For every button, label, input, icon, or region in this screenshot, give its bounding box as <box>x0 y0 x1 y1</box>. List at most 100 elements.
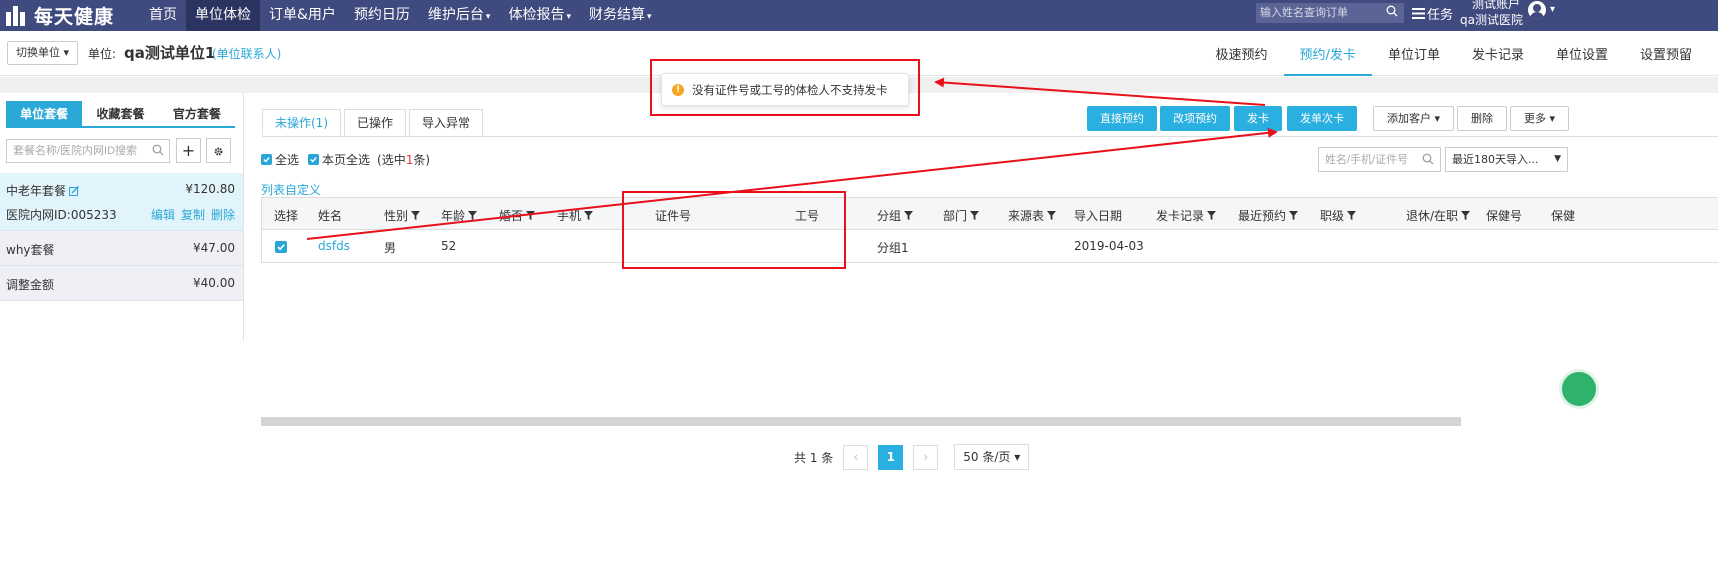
tab-done[interactable]: 已操作 <box>344 109 407 136</box>
row-checkbox[interactable] <box>275 241 287 253</box>
issue-single-card-button[interactable]: 发单次卡 <box>1287 106 1357 131</box>
avatar[interactable] <box>1528 1 1546 19</box>
filter-icon[interactable] <box>1289 211 1299 220</box>
tab-import-errors[interactable]: 导入异常 <box>409 109 484 136</box>
tab-unit-packages[interactable]: 单位套餐 <box>6 101 83 126</box>
more-button[interactable]: 更多 ▾ <box>1510 106 1570 131</box>
delete-package-link[interactable]: 删除 <box>211 206 235 223</box>
search-icon[interactable] <box>152 144 164 156</box>
col-retire-status[interactable]: 退休/在职 <box>1406 207 1471 224</box>
horizontal-scrollbar[interactable] <box>261 417 1461 426</box>
col-age[interactable]: 年龄 <box>441 207 478 224</box>
tab-unit-orders[interactable]: 单位订单 <box>1372 31 1456 76</box>
package-search-input[interactable] <box>6 139 170 163</box>
list-icon <box>1412 8 1425 19</box>
select-page-checkbox[interactable] <box>308 154 320 165</box>
nav-item-orders-users[interactable]: 订单&用户 <box>260 0 345 31</box>
add-customer-button[interactable]: 添加客户 ▾ <box>1373 106 1455 131</box>
filter-icon[interactable] <box>904 211 914 220</box>
chevron-down-icon: ▼ <box>1554 154 1561 164</box>
package-panel: 单位套餐 收藏套餐 官方套餐 + 中老年套餐 ¥120.80 医院内网ID:00… <box>0 93 244 341</box>
filter-icon[interactable] <box>468 211 478 220</box>
help-floating-button[interactable] <box>1559 369 1599 409</box>
col-card-record[interactable]: 发卡记录 <box>1156 207 1217 224</box>
cell-name[interactable]: dsfds <box>318 239 350 253</box>
package-price: ¥40.00 <box>193 276 235 290</box>
nav-item-unit-checkup[interactable]: 单位体检 <box>186 0 260 31</box>
col-department[interactable]: 部门 <box>943 207 980 224</box>
col-recent-booking[interactable]: 最近预约 <box>1238 207 1299 224</box>
filter-icon[interactable] <box>1347 211 1357 220</box>
search-icon[interactable] <box>1422 153 1434 165</box>
col-mobile[interactable]: 手机 <box>557 207 594 224</box>
cell-gender: 男 <box>384 241 397 255</box>
filter-icon[interactable] <box>526 211 536 220</box>
package-name: 调整金额 <box>6 278 55 292</box>
table-row[interactable]: dsfds 男 52 分组1 2019-04-03 <box>262 230 1718 263</box>
tab-unit-settings[interactable]: 单位设置 <box>1540 31 1624 76</box>
selected-count: (选中1条) <box>377 153 431 167</box>
logo[interactable]: 每天健康 <box>6 3 114 28</box>
edit-icon[interactable] <box>69 186 79 196</box>
page-button[interactable]: 1 <box>878 444 904 470</box>
change-book-button[interactable]: 改项预约 <box>1160 106 1230 131</box>
col-health-number: 保健号 <box>1486 209 1523 223</box>
unit-contact-link[interactable]: (单位联系人) <box>212 45 281 62</box>
package-price: ¥120.80 <box>185 182 235 196</box>
copy-package-link[interactable]: 复制 <box>181 206 205 223</box>
package-id: 医院内网ID:005233 <box>6 208 117 222</box>
col-source[interactable]: 来源表 <box>1008 207 1057 224</box>
next-page-button[interactable]: › <box>913 444 939 470</box>
page-size-select[interactable]: 50 条/页 ▾ <box>954 444 1030 470</box>
nav-item-booking-calendar[interactable]: 预约日历 <box>345 0 419 31</box>
tab-card-records[interactable]: 发卡记录 <box>1456 31 1540 76</box>
chevron-down-icon[interactable]: ▾ <box>1550 4 1555 15</box>
col-import-date: 导入日期 <box>1074 209 1123 223</box>
filter-icon[interactable] <box>1461 211 1471 220</box>
col-rank[interactable]: 职级 <box>1320 207 1357 224</box>
filter-icon[interactable] <box>411 211 421 220</box>
filter-icon[interactable] <box>584 211 594 220</box>
list-item[interactable]: 中老年套餐 ¥120.80 医院内网ID:005233 编辑 复制 删除 <box>0 173 243 231</box>
direct-book-button[interactable]: 直接预约 <box>1087 106 1157 131</box>
top-navbar: 每天健康 首页 单位体检 订单&用户 预约日历 维护后台 ▾ 体检报告 ▾ 财务结算… <box>0 0 1718 31</box>
tab-booking-card[interactable]: 预约/发卡 <box>1283 31 1372 76</box>
list-item[interactable]: why套餐 ¥47.00 <box>0 231 243 266</box>
tab-pending[interactable]: 未操作(1) <box>262 109 341 136</box>
user-name: 测试账户 <box>1471 0 1520 11</box>
package-name: 中老年套餐 <box>6 184 67 198</box>
nav-item-reports[interactable]: 体检报告 ▾ <box>499 0 580 31</box>
tab-quick-booking[interactable]: 极速预约 <box>1200 31 1284 76</box>
select-all-checkbox[interactable] <box>261 154 272 165</box>
col-marriage[interactable]: 婚否 <box>499 207 536 224</box>
main-nav: 首页 单位体检 订单&用户 预约日历 维护后台 ▾ 体检报告 ▾ 财务结算 ▾ <box>140 0 661 31</box>
tab-reserve-settings[interactable]: 设置预留 <box>1624 31 1708 76</box>
prev-page-button[interactable]: ‹ <box>843 444 869 470</box>
gear-icon <box>214 147 223 156</box>
col-gender[interactable]: 性别 <box>384 207 421 224</box>
filter-icon[interactable] <box>970 211 980 220</box>
filter-icon[interactable] <box>1047 211 1057 220</box>
column-customize-link[interactable]: 列表自定义 <box>261 181 321 198</box>
filter-icon[interactable] <box>1207 211 1217 220</box>
import-range-select[interactable]: 最近180天导入... ▼ <box>1445 147 1568 172</box>
nav-item-home[interactable]: 首页 <box>140 0 186 31</box>
switch-unit-button[interactable]: 切换单位 ▾ <box>7 41 79 65</box>
list-item[interactable]: 调整金额 ¥40.00 <box>0 266 243 301</box>
tab-official-packages[interactable]: 官方套餐 <box>159 101 235 126</box>
package-name: why套餐 <box>6 243 55 257</box>
tab-favorite-packages[interactable]: 收藏套餐 <box>82 101 158 126</box>
add-package-button[interactable]: + <box>176 138 201 163</box>
package-settings-button[interactable] <box>206 138 231 163</box>
nav-item-maintenance[interactable]: 维护后台 ▾ <box>419 0 500 31</box>
search-icon[interactable] <box>1386 5 1398 17</box>
col-group[interactable]: 分组 <box>877 207 914 224</box>
chevron-right-icon: › <box>923 449 929 464</box>
nav-item-finance[interactable]: 财务结算 ▾ <box>580 0 661 31</box>
order-search-input[interactable] <box>1256 3 1404 23</box>
delete-button[interactable]: 删除 <box>1457 106 1507 131</box>
edit-package-link[interactable]: 编辑 <box>151 206 175 223</box>
unit-tabs: 极速预约 预约/发卡 单位订单 发卡记录 单位设置 设置预留 <box>1200 31 1708 76</box>
task-button[interactable]: 任务 <box>1412 4 1453 23</box>
issue-card-button[interactable]: 发卡 <box>1234 106 1282 131</box>
